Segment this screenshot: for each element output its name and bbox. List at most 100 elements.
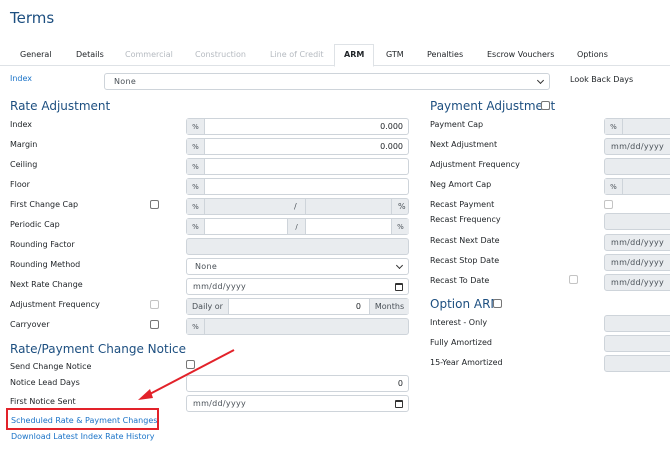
ra-periodic-cap-label: Periodic Cap bbox=[10, 220, 60, 229]
ra-floor-label: Floor bbox=[10, 180, 30, 189]
first-notice-sent-date-input[interactable]: mm/dd/yyyy bbox=[186, 395, 409, 412]
tab-commercial: Commercial bbox=[125, 50, 173, 59]
calendar-icon[interactable] bbox=[395, 283, 403, 291]
tab-construction: Construction bbox=[195, 50, 246, 59]
notice-lead-days-label: Notice Lead Days bbox=[10, 378, 80, 387]
pa-adjustment-frequency-label: Adjustment Frequency bbox=[430, 160, 520, 169]
ra-adjustment-frequency-input[interactable]: Daily or 0 Months bbox=[186, 298, 409, 315]
ra-index-value: 0.000 bbox=[380, 122, 403, 131]
look-back-days-label: Look Back Days bbox=[570, 75, 634, 84]
index-link[interactable]: Index bbox=[10, 74, 32, 83]
percent-suffix: % bbox=[391, 219, 409, 234]
tab-details[interactable]: Details bbox=[76, 50, 104, 59]
percent-addon: % bbox=[187, 199, 205, 214]
tab-escrow-vouchers[interactable]: Escrow Vouchers bbox=[487, 50, 554, 59]
ra-rounding-method-select[interactable]: None bbox=[186, 258, 409, 275]
ra-first-change-cap-label: First Change Cap bbox=[10, 200, 79, 209]
cap-separator: / bbox=[294, 202, 297, 211]
carryover-checkbox[interactable] bbox=[150, 320, 159, 329]
percent-addon: % bbox=[187, 179, 205, 194]
index-select-value: None bbox=[114, 77, 137, 86]
ra-carryover-label: Carryover bbox=[10, 320, 50, 329]
ra-margin-value: 0.000 bbox=[380, 142, 403, 151]
chevron-down-icon bbox=[395, 261, 404, 270]
ra-margin-label: Margin bbox=[10, 140, 38, 149]
payment-adjustment-checkbox[interactable] bbox=[541, 101, 550, 110]
index-select[interactable]: None bbox=[104, 73, 550, 90]
ra-index-input[interactable]: % 0.000 bbox=[186, 118, 409, 135]
adjustment-frequency-value: 0 bbox=[355, 302, 361, 311]
months-suffix: Months bbox=[369, 299, 409, 314]
recast-frequency-input bbox=[604, 213, 670, 230]
payment-adjustment-heading: Payment Adjustment bbox=[430, 99, 555, 113]
rate-adjustment-heading: Rate Adjustment bbox=[10, 99, 111, 113]
percent-addon: % bbox=[187, 319, 205, 334]
recast-frequency-label: Recast Frequency bbox=[430, 215, 501, 224]
neg-amort-cap-input: % bbox=[604, 178, 670, 195]
recast-to-date-label: Recast To Date bbox=[430, 276, 490, 285]
download-index-rate-history-link[interactable]: Download Latest Index Rate History bbox=[11, 432, 155, 441]
ra-first-change-cap-input: % / % bbox=[186, 198, 409, 215]
tab-arm[interactable]: ARM bbox=[344, 50, 364, 59]
date-placeholder: mm/dd/yyyy bbox=[611, 258, 665, 267]
date-placeholder: mm/dd/yyyy bbox=[611, 278, 665, 287]
percent-addon: % bbox=[605, 179, 623, 194]
recast-stop-date-input: mm/dd/yyyy bbox=[604, 254, 670, 271]
annotation-highlight-box bbox=[6, 408, 159, 430]
tab-general[interactable]: General bbox=[20, 50, 52, 59]
date-placeholder: mm/dd/yyyy bbox=[611, 142, 665, 151]
ra-index-label: Index bbox=[10, 120, 33, 129]
ra-next-rate-change-label: Next Rate Change bbox=[10, 280, 83, 289]
notice-lead-days-input[interactable]: 0 bbox=[186, 375, 409, 392]
pa-adjustment-frequency-input bbox=[604, 158, 670, 175]
date-placeholder: mm/dd/yyyy bbox=[193, 282, 247, 291]
ra-rounding-factor-label: Rounding Factor bbox=[10, 240, 75, 249]
recast-to-date-input: mm/dd/yyyy bbox=[604, 274, 670, 291]
ra-rounding-method-label: Rounding Method bbox=[10, 260, 81, 269]
payment-cap-label: Payment Cap bbox=[430, 120, 484, 129]
fully-amortized-label: Fully Amortized bbox=[430, 338, 492, 347]
recast-stop-date-label: Recast Stop Date bbox=[430, 256, 500, 265]
tab-line-of-credit: Line of Credit bbox=[270, 50, 324, 59]
adjustment-frequency-checkbox bbox=[150, 300, 159, 309]
percent-addon: % bbox=[187, 159, 205, 174]
recast-payment-checkbox bbox=[604, 200, 613, 209]
percent-addon: % bbox=[187, 139, 205, 154]
ra-rounding-factor-input bbox=[186, 238, 409, 255]
tab-penalties[interactable]: Penalties bbox=[427, 50, 463, 59]
send-change-notice-checkbox[interactable] bbox=[186, 360, 195, 369]
next-rate-change-date-input[interactable]: mm/dd/yyyy bbox=[186, 278, 409, 295]
ra-periodic-cap-input[interactable]: % / % bbox=[186, 218, 409, 235]
option-arm-title: Option ARM bbox=[430, 297, 501, 311]
next-adjustment-date-input: mm/dd/yyyy bbox=[604, 138, 670, 155]
date-placeholder: mm/dd/yyyy bbox=[193, 399, 247, 408]
tab-gtm[interactable]: GTM bbox=[386, 50, 404, 59]
ra-floor-input[interactable]: % bbox=[186, 178, 409, 195]
option-arm-heading: Option ARM bbox=[430, 297, 501, 311]
option-arm-checkbox[interactable] bbox=[493, 299, 502, 308]
percent-addon: % bbox=[605, 119, 623, 134]
daily-or-prefix: Daily or bbox=[187, 299, 229, 314]
recast-to-date-checkbox bbox=[569, 275, 578, 284]
change-notice-heading: Rate/Payment Change Notice bbox=[10, 342, 187, 356]
chevron-down-icon bbox=[536, 76, 545, 85]
cap-separator: / bbox=[287, 219, 306, 234]
percent-suffix: % bbox=[398, 202, 406, 211]
next-adjustment-label: Next Adjustment bbox=[430, 140, 498, 149]
percent-addon: % bbox=[187, 119, 205, 134]
recast-next-date-input: mm/dd/yyyy bbox=[604, 234, 670, 251]
ra-carryover-input: % bbox=[186, 318, 409, 335]
first-change-cap-checkbox[interactable] bbox=[150, 200, 159, 209]
ra-margin-input[interactable]: % 0.000 bbox=[186, 138, 409, 155]
interest-only-label: Interest - Only bbox=[430, 318, 488, 327]
payment-adjustment-title: Payment Adjustment bbox=[430, 99, 556, 113]
recast-next-date-label: Recast Next Date bbox=[430, 236, 500, 245]
tab-bar: General Details Commercial Construction … bbox=[0, 44, 670, 67]
ra-ceiling-label: Ceiling bbox=[10, 160, 38, 169]
ra-ceiling-input[interactable]: % bbox=[186, 158, 409, 175]
tab-options[interactable]: Options bbox=[577, 50, 608, 59]
payment-cap-input: % bbox=[604, 118, 670, 135]
ra-adjustment-frequency-label: Adjustment Frequency bbox=[10, 300, 100, 309]
notice-lead-days-value: 0 bbox=[397, 379, 403, 388]
calendar-icon[interactable] bbox=[395, 400, 403, 408]
